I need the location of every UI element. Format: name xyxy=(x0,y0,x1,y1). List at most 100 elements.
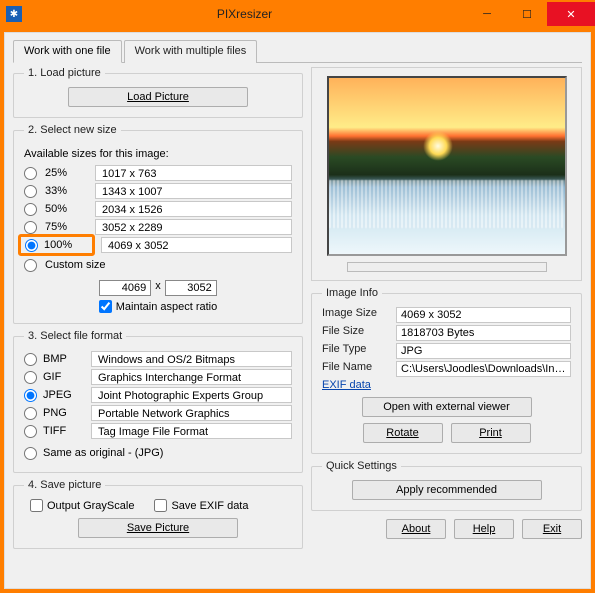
group-quick-settings: Quick Settings Apply recommended xyxy=(311,460,582,511)
info-size-value: 4069 x 3052 xyxy=(396,307,571,323)
preview-slider[interactable] xyxy=(347,262,547,272)
apply-recommended-button[interactable]: Apply recommended xyxy=(352,480,542,500)
group-image-info: Image Info Image Size4069 x 3052 File Si… xyxy=(311,287,582,454)
help-button[interactable]: Help xyxy=(454,519,514,539)
size-dim-value: 2034 x 1526 xyxy=(95,201,292,217)
load-picture-button[interactable]: Load Picture xyxy=(68,87,248,107)
exit-button[interactable]: Exit xyxy=(522,519,582,539)
grayscale-checkbox[interactable] xyxy=(30,499,43,512)
format-row-bmp: BMP Windows and OS/2 Bitmaps xyxy=(24,350,292,368)
info-fsize-label: File Size xyxy=(322,325,392,341)
tab-single-file[interactable]: Work with one file xyxy=(13,40,122,63)
format-code-label: GIF xyxy=(43,371,85,383)
print-button[interactable]: Print xyxy=(451,423,531,443)
available-sizes-label: Available sizes for this image: xyxy=(24,148,292,160)
height-input[interactable] xyxy=(165,280,217,296)
size-radio-33[interactable] xyxy=(24,185,37,198)
size-dim-value: 1343 x 1007 xyxy=(95,183,292,199)
info-size-label: Image Size xyxy=(322,307,392,323)
size-radio-100[interactable] xyxy=(25,239,38,252)
group-load-picture: 1. Load picture Load Picture xyxy=(13,67,303,118)
minimize-button[interactable]: ─ xyxy=(467,2,507,26)
preview-panel xyxy=(311,67,582,281)
open-external-button[interactable]: Open with external viewer xyxy=(362,397,532,417)
format-desc-value: Windows and OS/2 Bitmaps xyxy=(91,351,292,367)
format-same-label: Same as original - (JPG) xyxy=(43,447,163,459)
window-title: PIXresizer xyxy=(22,7,467,21)
group-select-size: 2. Select new size Available sizes for t… xyxy=(13,124,303,324)
format-radio-bmp[interactable] xyxy=(24,353,37,366)
tab-multiple-files[interactable]: Work with multiple files xyxy=(124,40,258,63)
format-desc-value: Joint Photographic Experts Group xyxy=(91,387,292,403)
window-buttons: ─ ☐ ✕ xyxy=(467,2,595,26)
maximize-button[interactable]: ☐ xyxy=(507,2,547,26)
info-fsize-value: 1818703 Bytes xyxy=(396,325,571,341)
format-row-tiff: TIFF Tag Image File Format xyxy=(24,422,292,440)
window-frame: Work with one file Work with multiple fi… xyxy=(0,28,595,593)
format-code-label: JPEG xyxy=(43,389,85,401)
format-row-jpeg: JPEG Joint Photographic Experts Group xyxy=(24,386,292,404)
grayscale-label: Output GrayScale xyxy=(47,500,134,512)
close-button[interactable]: ✕ xyxy=(547,2,595,26)
info-fname-value: C:\Users\Joodles\Downloads\Increa xyxy=(396,361,571,377)
group-quick-legend: Quick Settings xyxy=(322,460,401,472)
info-fname-label: File Name xyxy=(322,361,392,377)
save-exif-checkbox[interactable] xyxy=(154,499,167,512)
exif-data-link[interactable]: EXIF data xyxy=(322,379,371,391)
format-desc-value: Graphics Interchange Format xyxy=(91,369,292,385)
format-radio-jpeg[interactable] xyxy=(24,389,37,402)
size-dim-value: 4069 x 3052 xyxy=(101,237,292,253)
format-code-label: BMP xyxy=(43,353,85,365)
format-radio-gif[interactable] xyxy=(24,371,37,384)
size-pct-label: 33% xyxy=(45,185,89,197)
info-ftype-label: File Type xyxy=(322,343,392,359)
size-dim-value: 1017 x 763 xyxy=(95,165,292,181)
format-row-gif: GIF Graphics Interchange Format xyxy=(24,368,292,386)
size-radio-75[interactable] xyxy=(24,221,37,234)
size-row-100: 100% 4069 x 3052 xyxy=(24,236,292,254)
format-code-label: PNG xyxy=(43,407,85,419)
size-pct-label: 50% xyxy=(45,203,89,215)
rotate-button[interactable]: Rotate xyxy=(363,423,443,443)
titlebar: ✱ PIXresizer ─ ☐ ✕ xyxy=(0,0,595,28)
size-row-50: 50% 2034 x 1526 xyxy=(24,200,292,218)
size-radio-25[interactable] xyxy=(24,167,37,180)
group-load-legend: 1. Load picture xyxy=(24,67,105,79)
width-input[interactable] xyxy=(99,280,151,296)
size-radio-custom[interactable] xyxy=(24,259,37,272)
group-save-picture: 4. Save picture Output GrayScale Save EX… xyxy=(13,479,303,549)
group-size-legend: 2. Select new size xyxy=(24,124,121,136)
info-ftype-value: JPG xyxy=(396,343,571,359)
save-exif-label: Save EXIF data xyxy=(171,500,248,512)
size-row-33: 33% 1343 x 1007 xyxy=(24,182,292,200)
size-pct-label: 75% xyxy=(45,221,89,233)
about-button[interactable]: About xyxy=(386,519,446,539)
group-save-legend: 4. Save picture xyxy=(24,479,105,491)
format-code-label: TIFF xyxy=(43,425,85,437)
client-area: Work with one file Work with multiple fi… xyxy=(4,32,591,589)
size-pct-label: 25% xyxy=(45,167,89,179)
format-radio-png[interactable] xyxy=(24,407,37,420)
tab-strip: Work with one file Work with multiple fi… xyxy=(13,39,582,63)
size-highlight: 100% xyxy=(18,234,95,256)
size-row-25: 25% 1017 x 763 xyxy=(24,164,292,182)
size-radio-50[interactable] xyxy=(24,203,37,216)
group-info-legend: Image Info xyxy=(322,287,382,299)
app-icon: ✱ xyxy=(6,6,22,22)
format-desc-value: Portable Network Graphics xyxy=(91,405,292,421)
size-custom-label: Custom size xyxy=(45,259,106,271)
maintain-aspect-checkbox[interactable] xyxy=(99,300,112,313)
format-radio-same[interactable] xyxy=(24,447,37,460)
maintain-aspect-label: Maintain aspect ratio xyxy=(116,301,218,313)
footer-buttons: About Help Exit xyxy=(311,519,582,539)
size-dim-value: 3052 x 2289 xyxy=(95,219,292,235)
preview-image xyxy=(327,76,567,256)
format-desc-value: Tag Image File Format xyxy=(91,423,292,439)
format-row-png: PNG Portable Network Graphics xyxy=(24,404,292,422)
format-radio-tiff[interactable] xyxy=(24,425,37,438)
dim-x-label: x xyxy=(155,280,161,296)
save-picture-button[interactable]: Save Picture xyxy=(78,518,238,538)
group-format-legend: 3. Select file format xyxy=(24,330,126,342)
size-pct-label: 100% xyxy=(44,239,88,251)
group-select-format: 3. Select file format BMP Windows and OS/… xyxy=(13,330,303,473)
